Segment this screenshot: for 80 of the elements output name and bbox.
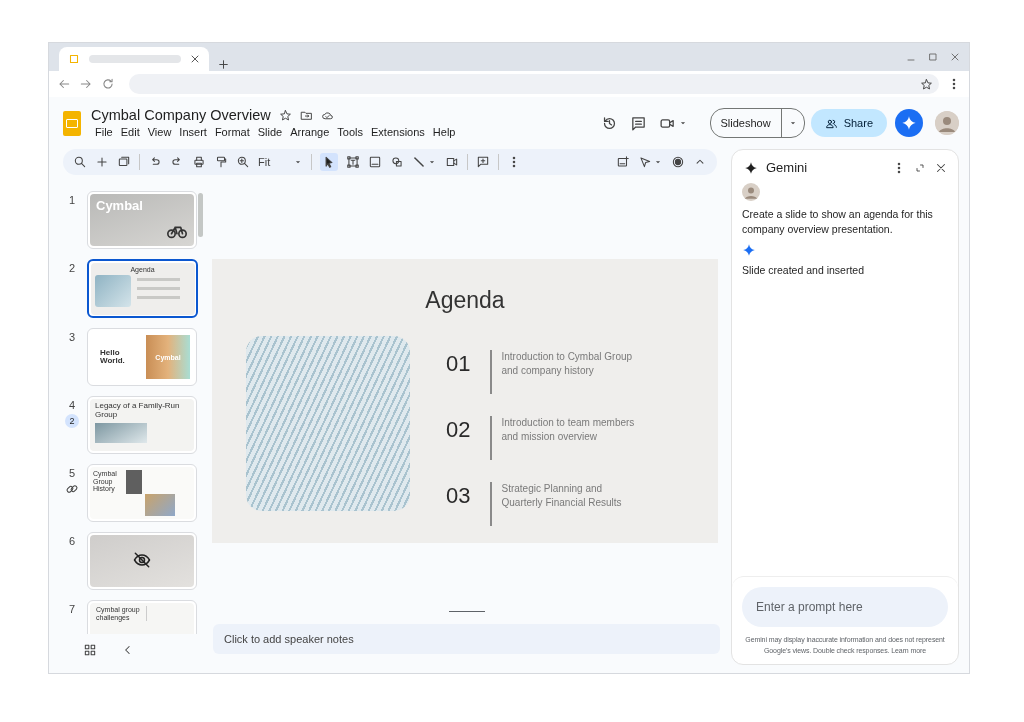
sparkle-icon [901,115,917,131]
menu-item[interactable]: Arrange [286,125,334,139]
slide-thumbnail[interactable]: Legacy of a Family-Run Group [87,396,197,454]
speaker-notes-field[interactable]: Click to add speaker notes [213,624,720,654]
grid-view-icon[interactable] [83,642,97,657]
reload-icon[interactable] [101,77,115,91]
slide-number: 7 [68,603,76,615]
search-icon[interactable] [73,155,87,169]
slide-number: 2 [68,262,76,274]
slide-number: 3 [68,331,76,343]
gemini-button[interactable] [895,109,923,137]
chat-message: Create a slide to show an agenda for this company overview presentation. [742,207,934,238]
bookmark-star-icon[interactable] [920,77,933,91]
close-icon[interactable] [949,51,961,63]
slides-favicon-icon [67,52,81,66]
shapes-icon[interactable] [390,155,404,169]
pointer-icon[interactable] [638,155,652,169]
image-icon[interactable] [368,155,382,169]
thumbnail-title: Legacy of a Family-Run Group [95,402,181,420]
hidden-eye-icon [132,550,152,570]
thumbnail-title: Hello World. [99,347,126,367]
thumbnail-title: Cymbal [96,198,144,213]
layout-icon[interactable] [616,155,630,169]
slide-number: 6 [68,535,76,547]
menu-item[interactable]: Edit [116,125,144,139]
agenda-text: Introduction to team members and mission overview [501,415,636,444]
photo-placeholder [145,494,175,516]
record-icon[interactable] [671,155,685,169]
menu-item[interactable]: View [143,125,176,139]
slide-number: 4 [68,399,76,411]
plus-icon[interactable] [95,155,109,169]
panel-title: Gemini [766,160,809,175]
menu-item[interactable]: File [91,125,117,139]
slide-title: Agenda [425,286,505,314]
menu-item[interactable]: Format [210,125,254,139]
avatar-icon[interactable] [935,111,959,135]
menu-item[interactable]: Help [428,125,460,139]
menu-item[interactable]: Tools [333,125,367,139]
photo-placeholder [95,422,147,443]
new-tab-icon[interactable] [217,58,230,71]
menu-item[interactable]: Insert [175,125,211,139]
zoom-icon[interactable] [236,155,250,169]
close-tab-icon[interactable] [189,53,201,65]
menu-item[interactable]: Extensions [367,125,429,139]
zoom-dropdown[interactable]: Fit [258,156,303,168]
avatar-icon [742,183,760,201]
agenda-number: 03 [446,481,472,508]
prompt-field[interactable]: Enter a prompt here [742,587,948,627]
scrollbar[interactable] [198,193,203,237]
forward-icon[interactable] [79,77,93,91]
comment-icon[interactable] [629,114,647,132]
line-icon[interactable] [412,155,426,169]
comment-count[interactable]: 2 [65,414,79,428]
cursor-icon [322,155,336,169]
resize-handle[interactable] [449,610,485,612]
add-comment-icon[interactable] [476,155,490,169]
agenda-text: Strategic Planning and Quarterly Financial Results [501,481,623,510]
chat-message: Slide created and inserted [742,263,864,279]
menu-item[interactable]: Slide [253,125,287,139]
agenda-text: Introduction to Cymbal Group and company history [501,349,634,378]
new-slide-icon[interactable] [117,155,131,169]
slide-thumbnail[interactable] [87,532,197,590]
back-icon[interactable] [57,77,71,91]
select-tool[interactable] [320,153,338,171]
text-box-icon[interactable] [346,155,360,169]
print-icon[interactable] [192,155,206,169]
slide-number: 5 [68,467,76,479]
star-icon[interactable] [278,108,292,122]
link-icon [65,482,79,496]
document-title[interactable]: Cymbal Company Overview [91,107,271,123]
agenda-number: 01 [446,349,472,376]
photo-placeholder [126,470,142,494]
video-icon[interactable] [445,155,459,169]
slide-canvas[interactable]: Agenda 01 Introduction to Cymbal Group and company history 02 Introduction to team members and mission overview 03 Strategic Planning and Quarterly Financial Results [212,258,718,543]
share-button[interactable]: Share [810,109,887,137]
paint-format-icon[interactable] [214,155,228,169]
slide-number: 1 [68,194,76,206]
photo-placeholder [94,274,131,307]
agenda-number: 02 [446,415,472,442]
maximize-icon[interactable] [927,51,939,63]
